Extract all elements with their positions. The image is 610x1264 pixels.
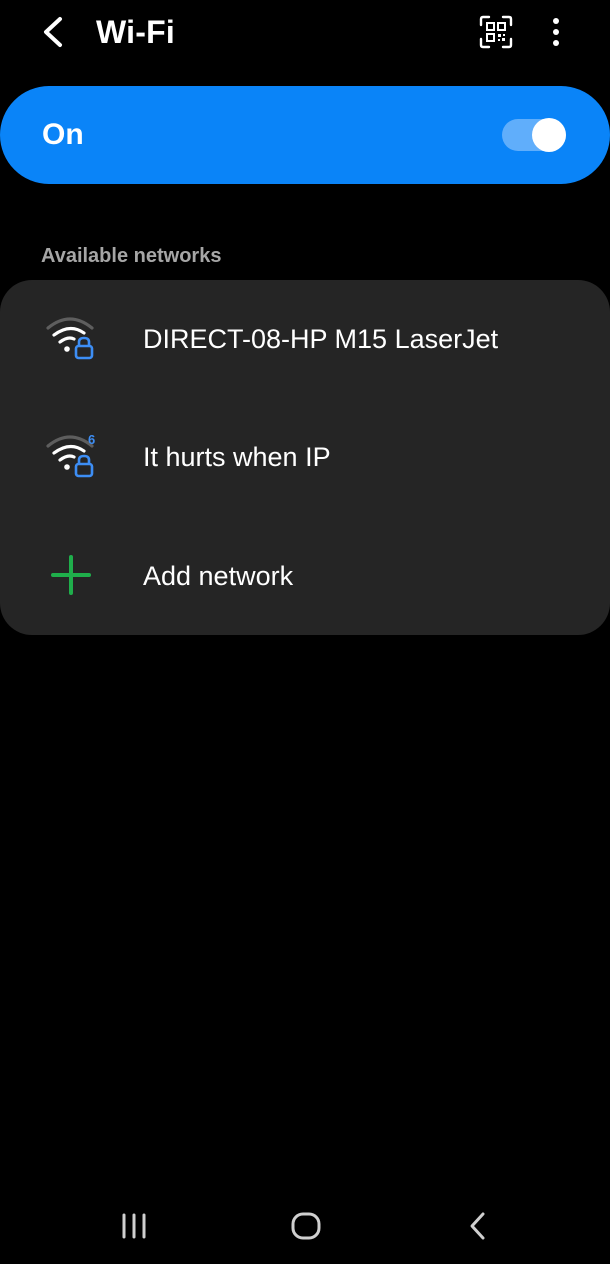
network-list: DIRECT-08-HP M15 LaserJet 6 It hurts whe… [0, 280, 610, 635]
add-network-label: Add network [143, 561, 294, 591]
network-name: DIRECT-08-HP M15 LaserJet [143, 324, 499, 354]
network-name: It hurts when IP [143, 442, 331, 472]
home-button[interactable] [276, 1200, 336, 1252]
back-button[interactable] [30, 12, 74, 52]
qr-code-scan-icon [479, 15, 513, 49]
available-networks-header: Available networks [41, 245, 222, 267]
more-vertical-icon [553, 18, 559, 46]
page-title: Wi-Fi [96, 14, 175, 50]
chevron-left-icon [44, 17, 62, 47]
network-item[interactable]: DIRECT-08-HP M15 LaserJet [0, 280, 610, 398]
recents-button[interactable] [104, 1200, 164, 1252]
plus-icon [51, 555, 91, 595]
home-icon [291, 1212, 321, 1240]
qr-code-button[interactable] [474, 10, 518, 54]
add-network-item[interactable]: Add network [0, 517, 610, 635]
back-icon [470, 1212, 485, 1240]
recents-icon [122, 1213, 146, 1239]
svg-text:6: 6 [88, 432, 95, 447]
system-back-button[interactable] [448, 1200, 508, 1252]
wifi-master-switch[interactable]: On [0, 86, 610, 184]
toggle-knob [532, 118, 566, 152]
wifi-6-secured-icon: 6 [46, 432, 95, 478]
wifi-secured-icon [46, 317, 94, 360]
app-bar: Wi-Fi [0, 0, 610, 66]
wifi-toggle[interactable] [502, 118, 566, 152]
more-options-button[interactable] [536, 10, 576, 54]
master-switch-label: On [42, 118, 84, 151]
navigation-bar [0, 1190, 610, 1264]
network-item[interactable]: 6 It hurts when IP [0, 398, 610, 516]
